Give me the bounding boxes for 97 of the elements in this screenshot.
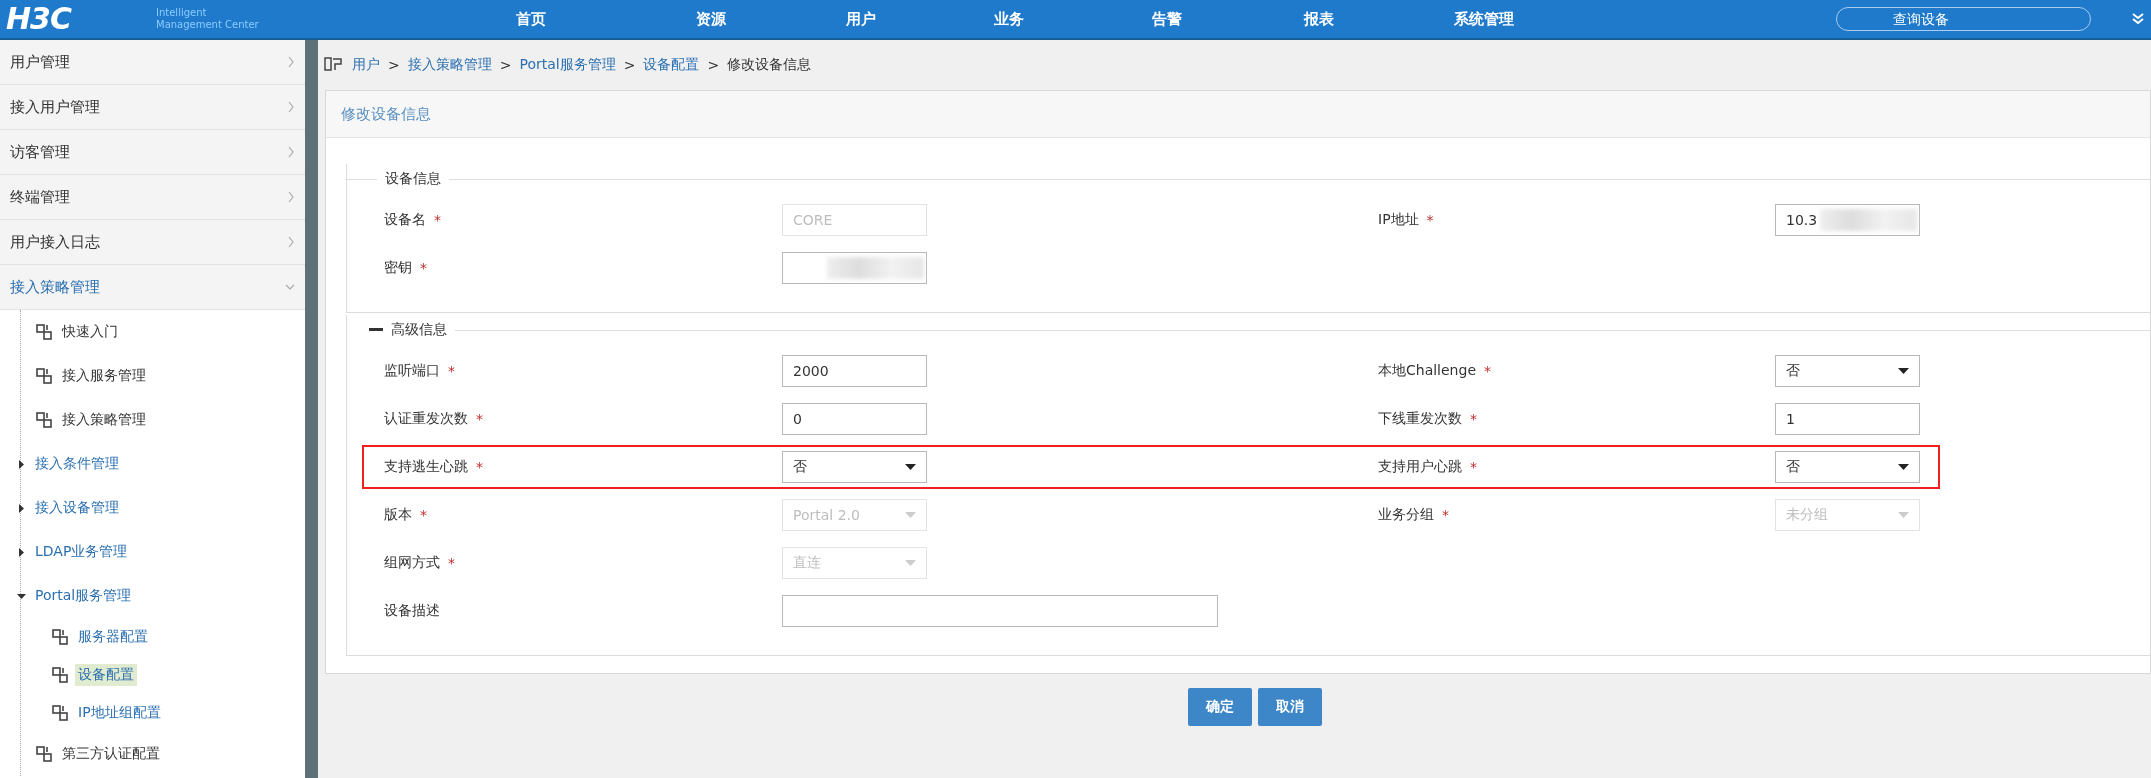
input-field[interactable]: 0 [782,403,927,435]
required-mark: * [1426,212,1434,228]
caret-icon [1898,367,1909,375]
breadcrumb-separator: > [707,57,720,73]
required-mark: * [420,260,427,276]
required-mark: * [1470,459,1477,475]
field-label: 版本 [384,506,412,524]
breadcrumb-separator: > [388,57,400,73]
tree-node-icon [51,628,69,646]
breadcrumb-link[interactable]: 接入策略管理 [407,56,492,74]
breadcrumb-separator: > [623,57,636,73]
required-mark: * [434,212,441,228]
tree-item[interactable]: 设备配置 [75,664,137,686]
select-field[interactable]: 否 [1775,451,1920,483]
breadcrumb-current: 修改设备信息 [727,56,812,74]
logo-tagline: Management Center [156,19,260,31]
field-label: 密钥 [384,259,412,277]
nav-item[interactable]: 告警 [1152,9,1182,29]
input-field[interactable]: 2000 [782,355,927,387]
field-label: IP地址 [1378,211,1419,229]
menu-item[interactable]: 接入策略管理 [0,265,305,310]
breadcrumb-link[interactable]: Portal服务管理 [519,56,616,74]
caret-icon [905,511,916,519]
form-button[interactable]: 取消 [1257,688,1322,726]
caret-icon [1898,463,1909,471]
field-label: 设备名 [384,211,426,229]
section-title: 高级信息 [391,321,447,339]
chevron-icon [287,236,295,248]
nav-item[interactable]: 业务 [994,9,1024,29]
menu-item[interactable]: 用户管理 [0,40,305,85]
tree-node-icon [35,323,53,341]
breadcrumb-icon [324,56,344,74]
breadcrumb-separator: > [499,57,512,73]
nav-item[interactable]: 首页 [516,9,546,29]
logo-tagline: Intelligent [156,7,208,19]
caret-icon [905,559,916,567]
required-mark: * [476,411,483,427]
field-label: 支持用户心跳 [1378,458,1462,476]
caret-icon [905,463,916,471]
select-field[interactable]: 否 [1775,355,1920,387]
search-field[interactable]: 查询设备 [1836,7,2091,31]
field-label: 设备描述 [384,602,440,620]
tree-item[interactable]: Portal服务管理 [32,585,135,607]
field-label: 业务分组 [1378,506,1434,524]
input-field[interactable]: 1 [1775,403,1920,435]
form-button[interactable]: 确定 [1187,688,1252,726]
input-field[interactable]: 10.3 [1775,204,1920,236]
tree-node-icon [35,745,53,763]
chevron-icon [287,101,295,113]
breadcrumb-link[interactable]: 用户 [352,56,380,74]
nav-item[interactable]: 资源 [696,9,726,29]
tree-item[interactable]: 接入条件管理 [32,453,122,475]
required-mark: * [476,459,483,475]
tree-node-icon [35,411,53,429]
select-field[interactable]: 否 [782,451,927,483]
nav-item[interactable]: 报表 [1304,9,1334,29]
tree-node-icon [35,367,53,385]
field-label: 认证重发次数 [384,410,468,428]
menu-item[interactable]: 终端管理 [0,175,305,220]
tree-item[interactable]: 接入服务管理 [59,365,149,387]
required-mark: * [1484,363,1491,379]
tree-node-icon [51,666,69,684]
required-mark: * [448,363,455,379]
panel-title: 修改设备信息 [326,91,2150,138]
chevron-icon [287,146,295,158]
tree-node-icon [51,704,69,722]
tree-item[interactable]: 第三方认证配置 [59,743,163,765]
tree-item[interactable]: LDAP业务管理 [32,541,131,563]
chevron-icon [287,191,295,203]
input-field[interactable] [782,252,927,284]
tree-item[interactable]: IP地址组配置 [75,702,164,724]
section-title: 设备信息 [385,170,441,188]
menu-item[interactable]: 访客管理 [0,130,305,175]
field-label: 下线重发次数 [1378,410,1462,428]
logo: H3C [6,0,73,38]
menu-item[interactable]: 接入用户管理 [0,85,305,130]
chevron-icon [285,283,295,291]
nav-item[interactable]: 用户 [846,9,876,29]
tree-item[interactable]: 服务器配置 [75,626,151,648]
input-field[interactable] [782,595,1218,627]
field-label: 组网方式 [384,554,440,572]
tree-item[interactable]: 接入设备管理 [32,497,122,519]
field-label: 支持逃生心跳 [384,458,468,476]
breadcrumb-link[interactable]: 设备配置 [643,56,700,74]
tree-item[interactable]: 快速入门 [59,321,121,343]
required-mark: * [420,507,427,523]
required-mark: * [448,555,455,571]
nav-item[interactable]: 系统管理 [1454,9,1514,29]
required-mark: * [1470,411,1477,427]
double-chevron-icon [2131,13,2145,25]
required-mark: * [1442,507,1449,523]
caret-icon [1898,511,1909,519]
chevron-icon [287,56,295,68]
field-label: 监听端口 [384,362,440,380]
tree-item[interactable]: 接入策略管理 [59,409,149,431]
menu-item[interactable]: 用户接入日志 [0,220,305,265]
field-label: 本地Challenge [1378,362,1476,380]
